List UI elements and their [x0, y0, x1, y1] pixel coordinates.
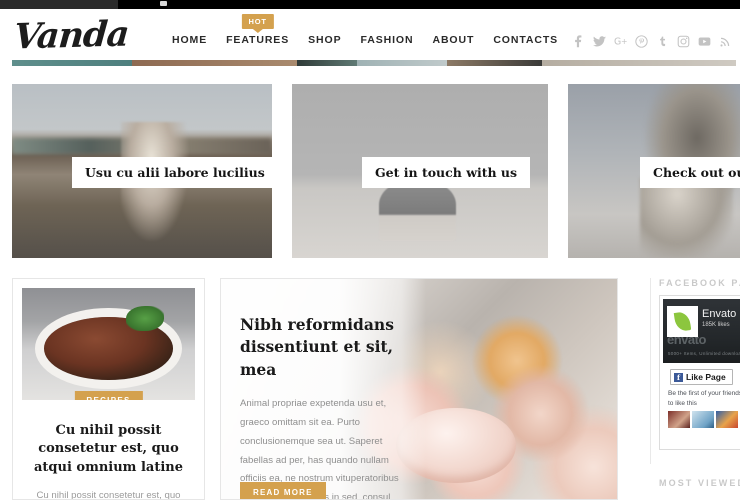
banner-caption: Get in touch with us: [362, 157, 531, 188]
browser-tab[interactable]: [0, 0, 118, 9]
facebook-widget-heading: FACEBOOK PAGE: [659, 278, 740, 288]
friend-thumbnail[interactable]: [668, 411, 690, 428]
article-excerpt: Cu nihil possit consetetur est, quo atqu…: [36, 490, 181, 500]
hot-badge: HOT: [241, 14, 274, 29]
nav-label: FEATURES: [226, 34, 290, 46]
banner-contact[interactable]: Get in touch with us: [292, 84, 548, 258]
article-card-recipes[interactable]: RECIPES Cu nihil possit consetetur est, …: [12, 278, 205, 500]
nav-label: SHOP: [308, 34, 342, 46]
main-navigation: HOME HOT FEATURES SHOP FASHION ABOUT CON…: [172, 14, 558, 46]
strip-segment: [447, 60, 542, 66]
strip-segment: [542, 60, 736, 66]
svg-text:+: +: [621, 37, 628, 46]
facebook-like-button[interactable]: f Like Page: [670, 369, 733, 385]
banner-caption: Check out our store: [640, 157, 740, 188]
nav-item-fashion[interactable]: FASHION: [360, 34, 413, 46]
facebook-friend-thumbnails: [668, 411, 740, 428]
instagram-icon[interactable]: [677, 35, 690, 48]
dessert-photo: [22, 288, 195, 400]
svg-text:G: G: [614, 37, 621, 48]
banner-caption: Usu cu alii labore lucilius: [72, 157, 272, 188]
browser-chrome-bar: [0, 0, 740, 9]
article-title[interactable]: Nibh reformidans dissentiunt et sit, mea: [240, 314, 415, 381]
pinterest-icon[interactable]: [635, 35, 648, 48]
article-thumbnail[interactable]: RECIPES: [22, 288, 195, 400]
twitter-icon[interactable]: [593, 35, 606, 48]
content-area: RECIPES Cu nihil possit consetetur est, …: [0, 278, 740, 500]
facebook-page-name: Envato: [702, 308, 737, 320]
strip-segment: [357, 60, 447, 66]
facebook-cover-image: envato 5000+ Items, Unlimited downloads …: [663, 299, 740, 363]
browser-chrome-control[interactable]: [160, 1, 167, 6]
youtube-icon[interactable]: [698, 35, 711, 48]
facebook-f-icon: f: [674, 372, 683, 382]
category-badge[interactable]: RECIPES: [74, 391, 143, 400]
google-plus-icon[interactable]: G +: [614, 35, 628, 48]
strip-segment: [297, 60, 357, 66]
facebook-friends-note: Be the first of your friends to like thi…: [668, 390, 740, 408]
strip-segment: [132, 60, 297, 66]
banner-lifestyle[interactable]: Usu cu alii labore lucilius: [12, 84, 272, 258]
social-links: G +: [572, 35, 732, 48]
site-logo[interactable]: Vanda: [12, 14, 130, 58]
strip-segment: [12, 60, 132, 66]
read-more-button[interactable]: READ MORE: [240, 482, 326, 499]
facebook-like-count: 185K likes: [702, 322, 730, 328]
nav-item-contacts[interactable]: CONTACTS: [493, 34, 558, 46]
friend-thumbnail[interactable]: [716, 411, 738, 428]
nav-label: FASHION: [360, 34, 414, 46]
facebook-page-widget[interactable]: envato 5000+ Items, Unlimited downloads …: [659, 295, 740, 450]
slider-image-strip: [12, 60, 736, 66]
hero-banner-row: Usu cu alii labore lucilius Get in touch…: [0, 84, 740, 258]
rss-icon[interactable]: [719, 35, 732, 48]
article-title[interactable]: Cu nihil possit consetetur est, quo atqu…: [25, 422, 192, 477]
article-card-feature[interactable]: Nibh reformidans dissentiunt et sit, mea…: [220, 278, 618, 500]
nav-label: CONTACTS: [493, 34, 559, 46]
like-button-label: Like Page: [686, 372, 726, 382]
banner-store[interactable]: Check out our store: [568, 84, 740, 258]
nav-item-home[interactable]: HOME: [172, 34, 207, 46]
nav-label: HOME: [172, 34, 208, 46]
tumblr-icon[interactable]: [656, 35, 669, 48]
most-viewed-heading: MOST VIEWED: [659, 478, 740, 488]
nav-item-features[interactable]: HOT FEATURES: [226, 14, 290, 46]
envato-leaf-icon: [667, 306, 698, 337]
cover-subtitle: 5000+ Items, Unlimited downloads: [668, 351, 740, 356]
site-header: Vanda HOME HOT FEATURES SHOP FASHION ABO…: [0, 9, 740, 58]
nav-item-about[interactable]: ABOUT: [432, 34, 474, 46]
sidebar-divider: [650, 278, 651, 464]
sidebar: FACEBOOK PAGE envato 5000+ Items, Unlimi…: [650, 278, 740, 500]
nav-item-shop[interactable]: SHOP: [308, 34, 341, 46]
nav-label: ABOUT: [432, 34, 475, 46]
facebook-icon[interactable]: [572, 35, 585, 48]
friend-thumbnail[interactable]: [692, 411, 714, 428]
